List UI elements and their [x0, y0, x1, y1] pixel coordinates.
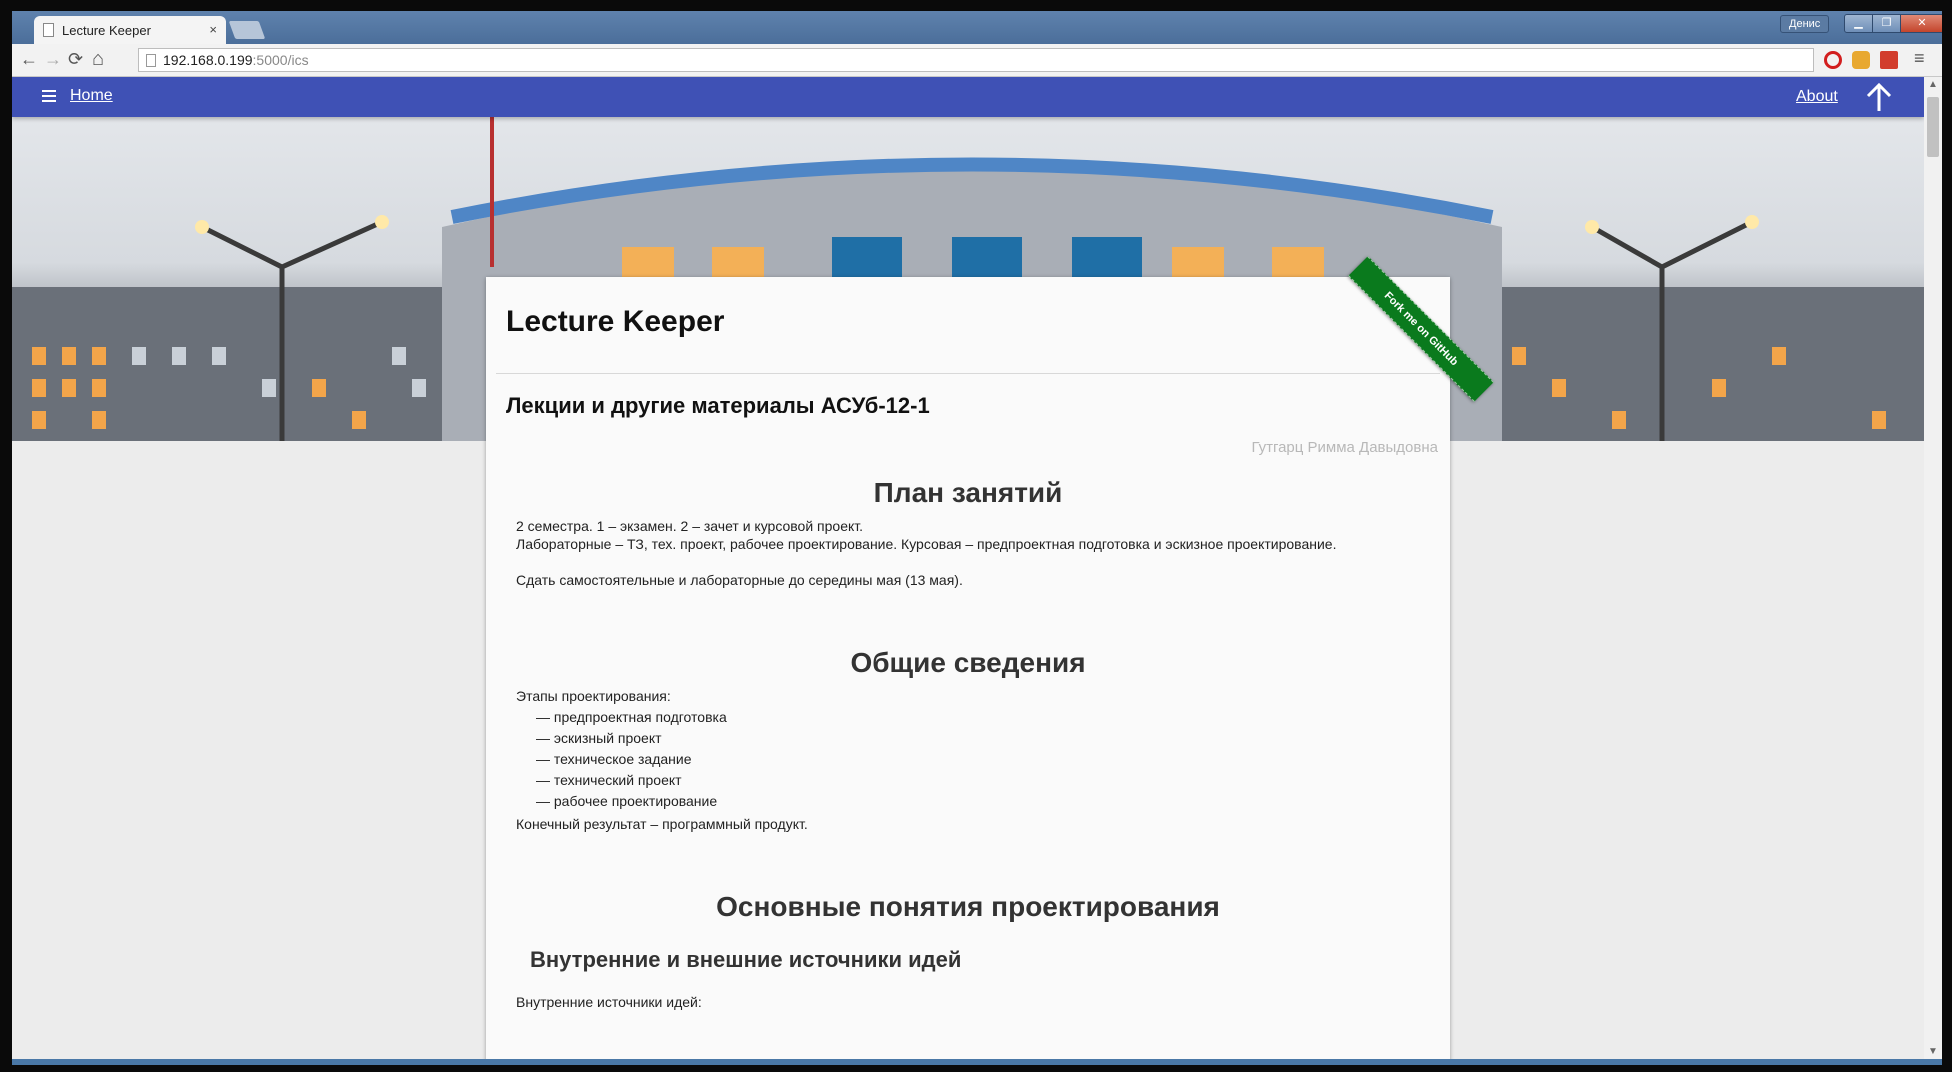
divider: [496, 373, 1440, 374]
page-viewport: Home About Lecture Keeper Лекции и други…: [12, 77, 1924, 1059]
scroll-down-icon[interactable]: ▼: [1928, 1046, 1938, 1057]
home-link[interactable]: Home: [70, 87, 113, 105]
gmail-icon[interactable]: [1880, 51, 1898, 69]
section-heading-concepts: Основные понятия проектирования: [716, 891, 1220, 922]
list-item: — техническое задание: [536, 751, 692, 767]
paragraph: Конечный результат – программный продукт…: [516, 816, 808, 832]
paragraph: Сдать самостоятельные и лабораторные до …: [516, 572, 963, 588]
url-host: 192.168.0.199: [163, 52, 253, 68]
vertical-scrollbar[interactable]: ▲ ▼: [1924, 77, 1942, 1059]
scroll-up-icon[interactable]: ▲: [1928, 79, 1938, 90]
section-heading-plan: План занятий: [873, 477, 1063, 508]
page-subtitle: Лекции и другие материалы АСУб-12-1: [506, 393, 930, 418]
home-icon[interactable]: ⌂: [92, 49, 104, 69]
minimize-button[interactable]: ▁: [1844, 14, 1873, 33]
new-tab-button[interactable]: [228, 21, 266, 39]
list-item: — эскизный проект: [536, 730, 662, 746]
browser-title-bar: Lecture Keeper × Денис ▁ ❐ ✕: [12, 11, 1942, 44]
browser-window: Lecture Keeper × Денис ▁ ❐ ✕ ← → ⟳ ⌂ 192…: [12, 11, 1942, 1065]
back-icon[interactable]: ←: [20, 50, 38, 68]
screen-frame: Lecture Keeper × Денис ▁ ❐ ✕ ← → ⟳ ⌂ 192…: [0, 0, 1952, 1072]
maximize-button[interactable]: ❐: [1872, 14, 1901, 33]
extension-icon[interactable]: [1852, 51, 1870, 69]
page-icon: [146, 54, 156, 67]
paragraph: Внутренние источники идей:: [516, 994, 702, 1010]
reload-icon[interactable]: ⟳: [68, 50, 83, 68]
list-item: — технический проект: [536, 772, 682, 788]
list-item: — предпроектная подготовка: [536, 709, 727, 725]
section-heading-general: Общие сведения: [850, 647, 1086, 678]
list-item: — рабочее проектирование: [536, 793, 718, 809]
url-path: :5000/ics: [252, 52, 309, 68]
browser-toolbar: ← → ⟳ ⌂ 192.168.0.199:5000/ics ≡: [12, 44, 1942, 77]
page-title: Lecture Keeper: [506, 305, 725, 338]
browser-tab[interactable]: Lecture Keeper ×: [34, 16, 226, 44]
tab-title: Lecture Keeper: [62, 23, 151, 38]
paragraph: 2 семестра. 1 – экзамен. 2 – зачет и кур…: [516, 518, 864, 534]
paragraph: Этапы проектирования:: [516, 688, 671, 704]
page-icon: [43, 23, 54, 37]
address-bar[interactable]: 192.168.0.199:5000/ics: [138, 48, 1814, 72]
teacher-name: Гутгарц Римма Давыдовна: [1251, 439, 1438, 456]
paragraph: Лабораторные – ТЗ, тех. проект, рабочее …: [516, 536, 1337, 552]
content-card: Lecture Keeper Лекции и другие материалы…: [486, 277, 1450, 1059]
taskbar-strip: [12, 1059, 1942, 1065]
menu-icon[interactable]: [42, 90, 56, 105]
app-bar: Home About: [12, 77, 1924, 117]
browser-menu-icon[interactable]: ≡: [1914, 49, 1925, 67]
arrow-up-icon[interactable]: [1864, 81, 1894, 113]
forward-icon[interactable]: →: [44, 50, 62, 68]
profile-badge[interactable]: Денис: [1780, 15, 1830, 33]
subsection-heading: Внутренние и внешние источники идей: [530, 947, 962, 972]
tab-close-icon[interactable]: ×: [209, 22, 217, 37]
opera-extension-icon[interactable]: [1824, 51, 1842, 69]
scroll-thumb[interactable]: [1927, 97, 1939, 157]
about-link[interactable]: About: [1796, 88, 1838, 106]
close-window-button[interactable]: ✕: [1900, 14, 1942, 33]
